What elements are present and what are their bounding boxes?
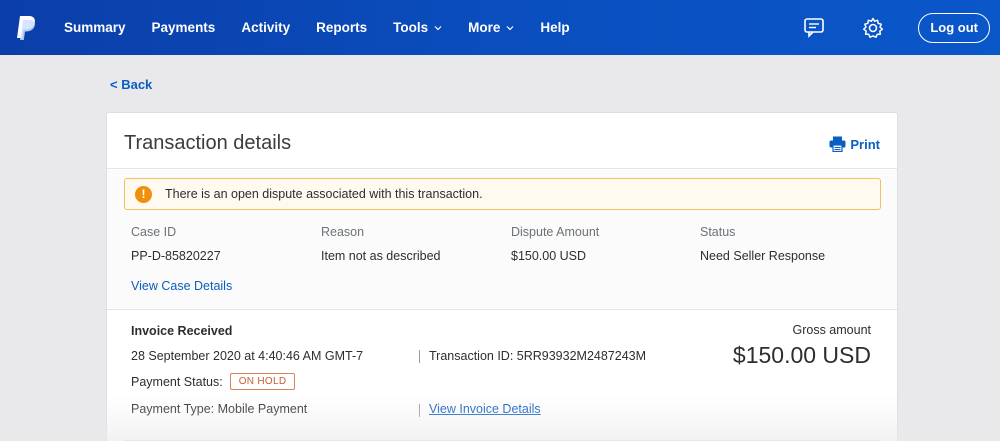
nav-summary-label: Summary — [64, 20, 126, 35]
back-link[interactable]: < Back — [110, 77, 152, 92]
dispute-amount-column: Dispute Amount $150.00 USD — [511, 225, 599, 263]
chevron-down-icon — [506, 25, 514, 30]
invoice-title: Invoice Received — [131, 324, 233, 338]
reason-column: Reason Item not as described — [321, 225, 441, 263]
nav-reports[interactable]: Reports — [316, 20, 367, 35]
nav-help[interactable]: Help — [540, 20, 569, 35]
dispute-alert: ! There is an open dispute associated wi… — [124, 178, 881, 210]
nav-activity[interactable]: Activity — [241, 20, 290, 35]
reason-label: Reason — [321, 225, 365, 239]
status-badge: ON HOLD — [229, 373, 296, 390]
gross-amount-label: Gross amount — [792, 323, 871, 337]
card-header: Transaction details Print — [107, 113, 897, 169]
invoice-date: 28 September 2020 at 4:40:46 AM GMT-7 — [131, 349, 364, 363]
top-nav: Summary Payments Activity Reports Tools … — [0, 0, 1000, 55]
alert-text: There is an open dispute associated with… — [165, 187, 483, 201]
invoice-section: Invoice Received 28 September 2020 at 4:… — [107, 309, 897, 441]
dispute-amount-label: Dispute Amount — [511, 225, 600, 239]
warning-icon: ! — [135, 185, 152, 203]
divider — [419, 350, 420, 363]
paypal-logo-icon[interactable] — [14, 14, 38, 42]
view-case-details-link[interactable]: View Case Details — [131, 279, 232, 293]
payment-status-label: Payment Status: — [131, 374, 223, 389]
transaction-details-card: Transaction details Print ! There is an … — [106, 112, 898, 441]
payment-status: Payment Status: ON HOLD — [131, 373, 296, 390]
chevron-down-icon — [434, 25, 442, 30]
nav-payments[interactable]: Payments — [152, 20, 216, 35]
case-id-value: PP-D-85820227 — [131, 249, 221, 263]
case-id-column: Case ID PP-D-85820227 — [131, 225, 221, 263]
gross-amount-value: $150.00 USD — [732, 342, 871, 368]
dispute-amount-value: $150.00 USD — [511, 249, 587, 263]
status-label: Status — [700, 225, 736, 239]
dispute-section: ! There is an open dispute associated wi… — [107, 170, 897, 308]
nav-more-label: More — [468, 20, 501, 35]
nav-help-label: Help — [540, 20, 570, 35]
status-value: Need Seller Response — [700, 249, 826, 263]
case-id-label: Case ID — [131, 225, 177, 239]
nav-payments-label: Payments — [151, 20, 216, 35]
divider — [419, 404, 420, 417]
reason-value: Item not as described — [321, 249, 441, 263]
nav-reports-label: Reports — [316, 20, 368, 35]
transaction-id: Transaction ID: 5RR93932M2487243M — [429, 349, 647, 363]
print-button[interactable]: Print — [829, 136, 880, 152]
nav-links: Summary Payments Activity Reports Tools … — [64, 0, 596, 55]
view-invoice-details-link[interactable]: View Invoice Details — [429, 402, 541, 416]
nav-right: Log out — [802, 0, 990, 55]
gear-icon[interactable] — [860, 15, 886, 41]
logout-button[interactable]: Log out — [918, 12, 990, 43]
nav-tools-label: Tools — [393, 20, 429, 35]
payment-type: Payment Type: Mobile Payment — [131, 402, 308, 416]
message-center-icon[interactable] — [802, 15, 828, 41]
nav-summary[interactable]: Summary — [64, 20, 126, 35]
nav-more[interactable]: More — [468, 20, 514, 35]
page-title: Transaction details — [124, 132, 292, 154]
print-label: Print — [850, 136, 880, 152]
printer-icon — [829, 136, 846, 152]
nav-activity-label: Activity — [241, 20, 291, 35]
nav-tools[interactable]: Tools — [393, 20, 442, 35]
status-column: Status Need Seller Response — [700, 225, 825, 263]
